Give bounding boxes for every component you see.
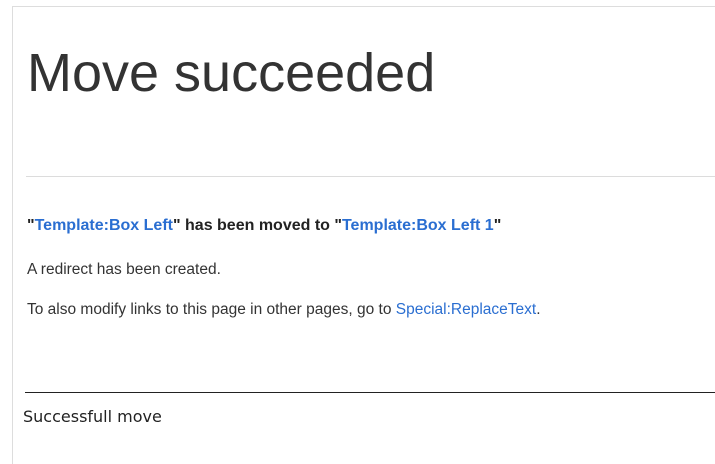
replace-text-prefix: To also modify links to this page in oth… [27, 301, 396, 318]
page-title: Move succeeded [27, 43, 436, 103]
open-quote: " [27, 217, 35, 234]
close-quote: " [493, 217, 502, 234]
replace-text-suffix: . [536, 301, 541, 318]
move-result-message: "Template:Box Left" has been moved to "T… [27, 217, 501, 235]
special-replace-text-link[interactable]: Special:ReplaceText [396, 301, 536, 318]
target-page-link[interactable]: Template:Box Left 1 [342, 217, 494, 234]
source-page-link[interactable]: Template:Box Left [35, 217, 173, 234]
image-caption: Successfull move [23, 407, 162, 426]
title-divider [26, 176, 715, 177]
move-result-middle-text: " has been moved to " [172, 217, 342, 234]
replace-text-notice: To also modify links to this page in oth… [27, 301, 541, 319]
caption-divider [25, 392, 715, 393]
redirect-created-notice: A redirect has been created. [27, 261, 221, 278]
